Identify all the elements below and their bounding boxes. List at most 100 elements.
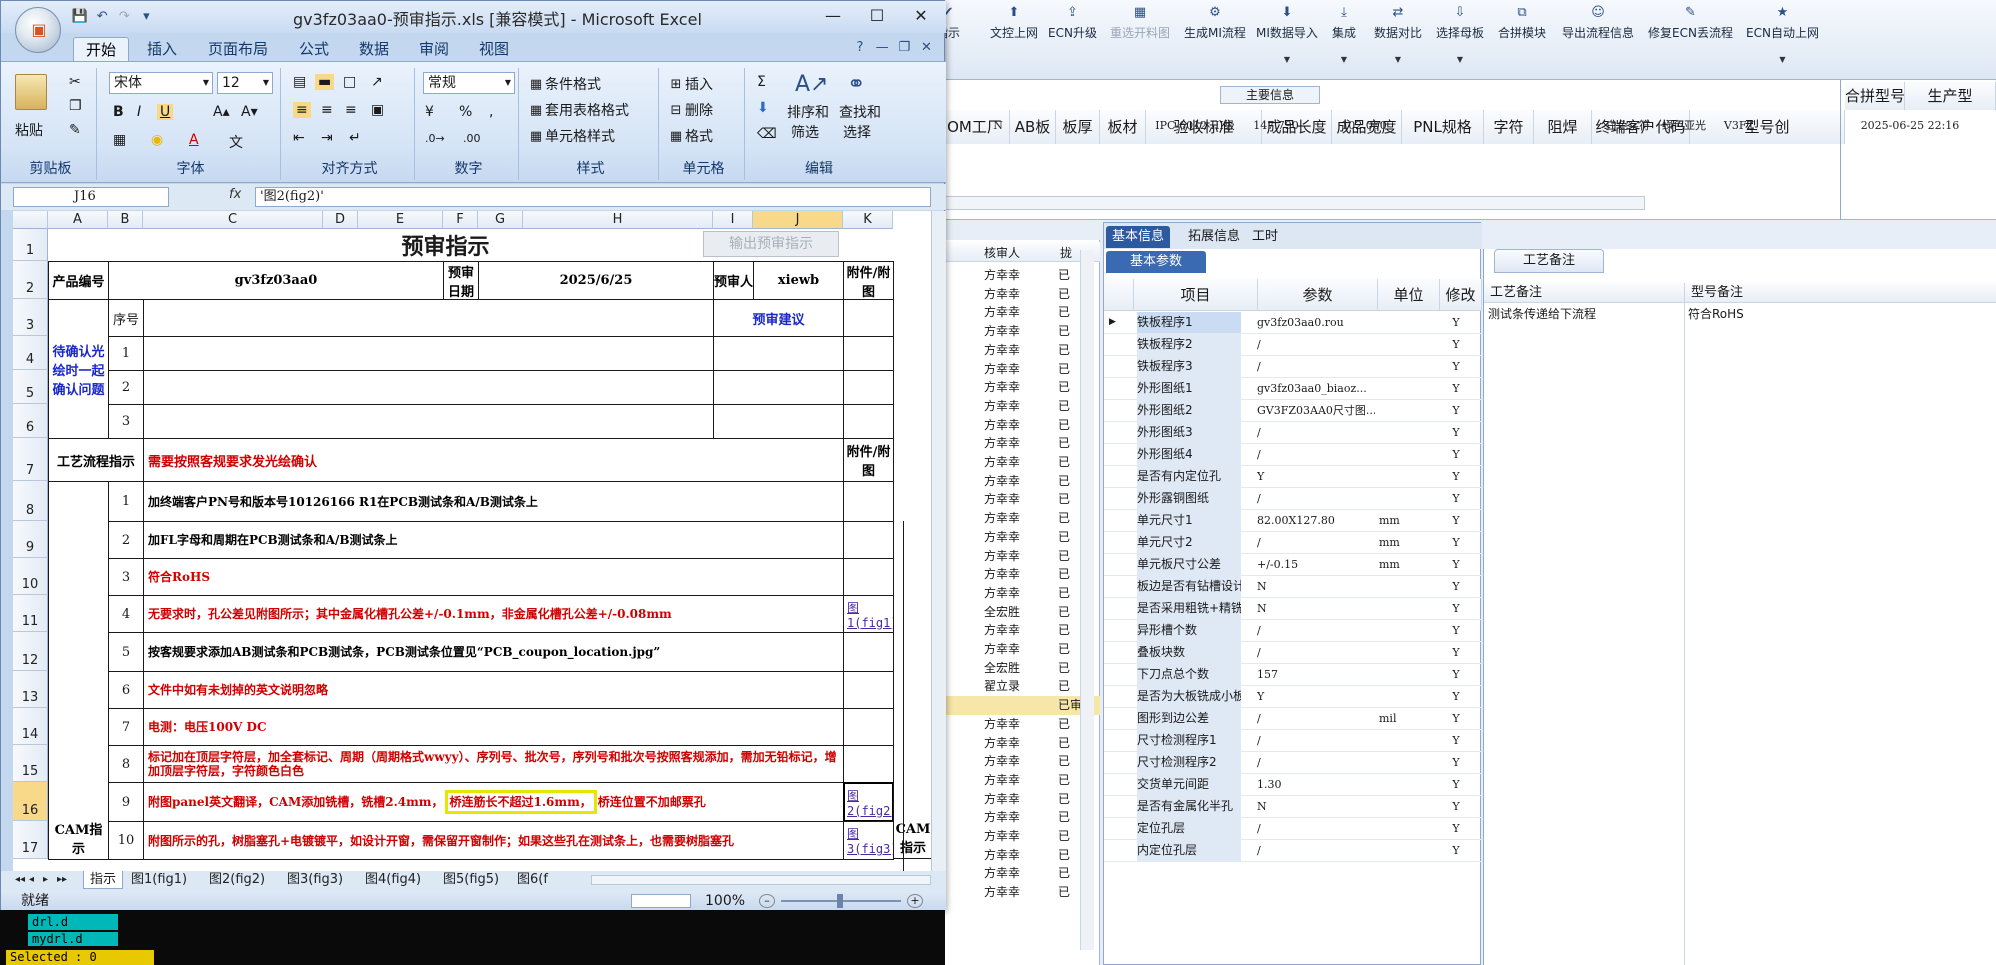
list-item[interactable]: 方幸幸 已	[940, 883, 1100, 902]
font-name-select[interactable]: 宋体 ▼	[109, 72, 213, 94]
file-item[interactable]: drl.d	[28, 914, 118, 930]
minimize-button[interactable]: —	[813, 3, 853, 29]
param-row[interactable]: 定位孔层 / Y	[1104, 818, 1482, 840]
param-value[interactable]: /	[1257, 752, 1375, 773]
column-header-H[interactable]: H	[523, 211, 713, 229]
find-label[interactable]: 查找和	[839, 102, 881, 122]
grow-font-icon[interactable]: A▴	[213, 104, 230, 120]
list-item[interactable]: 方幸幸 已	[940, 416, 1100, 435]
list-item[interactable]: 方幸幸 已	[940, 864, 1100, 883]
delete-cells-button[interactable]: ⊟ 删除	[667, 100, 713, 120]
instruction-text[interactable]: 附图所示的孔，树脂塞孔+电镀镀平，如设计开窗，需保留开窗制作；如果这些孔在测试条…	[143, 821, 844, 860]
toolbar-button-3[interactable]: ▦ 重选开料图	[1110, 0, 1170, 70]
suggestion-cell[interactable]	[143, 404, 714, 439]
row-header-11[interactable]: 11	[13, 595, 48, 632]
suggestion-cell[interactable]	[143, 336, 714, 371]
toolbar-button-10[interactable]: ☺ 导出流程信息	[1562, 0, 1634, 70]
list-item[interactable]: 方幸幸 已	[940, 640, 1100, 659]
column-header-E[interactable]: E	[358, 211, 443, 229]
list-item[interactable]: 方幸幸 已	[940, 322, 1100, 341]
suggestion-cell[interactable]	[713, 336, 844, 371]
ribbon-restore-icon[interactable]: ❐	[895, 39, 913, 57]
format-cells-button[interactable]: ▦ 格式	[667, 126, 713, 146]
sheet-tab[interactable]: 图5(fig5)	[441, 871, 499, 889]
param-row[interactable]: 单元尺寸2 / mm Y	[1104, 532, 1482, 554]
shrink-font-icon[interactable]: A▾	[241, 104, 258, 120]
param-row[interactable]: 是否有金属化半孔 N Y	[1104, 796, 1482, 818]
instruction-text[interactable]: 标记加在顶层字符层，加全套标记、周期（周期格式wwyy）、序列号、批次号，序列号…	[143, 745, 844, 783]
align-right-icon[interactable]: ≡	[345, 102, 357, 118]
list-item[interactable]: 方幸幸 已	[940, 547, 1100, 566]
zoom-out-icon[interactable]: –	[759, 894, 775, 908]
tab-view[interactable]: 视图	[471, 37, 517, 61]
column-header-K[interactable]: K	[843, 211, 893, 229]
list-item[interactable]: 方幸幸 已	[940, 827, 1100, 846]
attachment-link-cell[interactable]: 图2(fig2)'	[843, 782, 894, 822]
paste-button[interactable]: 粘贴	[15, 120, 43, 140]
main-info-value[interactable]: N	[980, 116, 1016, 136]
param-row[interactable]: 板边是否有钻槽设计 N Y	[1104, 576, 1482, 598]
instruction-text[interactable]: 加终端客户PN号和版本号10126166 R1在PCB测试条和A/B测试条上	[143, 481, 844, 522]
name-box[interactable]: J16	[13, 187, 169, 207]
row-header-7[interactable]: 7	[13, 438, 48, 481]
list-scrollbar[interactable]	[1080, 250, 1094, 950]
tab-data[interactable]: 数据	[351, 37, 397, 61]
param-value[interactable]: N	[1257, 576, 1375, 597]
list-item[interactable]: 方幸幸 已	[940, 752, 1100, 771]
param-value[interactable]: /	[1257, 730, 1375, 751]
sheet-horizontal-scrollbar[interactable]	[591, 875, 931, 885]
binoculars-icon[interactable]: ⚭	[847, 72, 865, 97]
filter-label[interactable]: 筛选	[791, 122, 819, 142]
main-info-value[interactable]: 2025-06-25 22:16	[1850, 116, 1970, 136]
comma-icon[interactable]: ,	[489, 104, 493, 120]
attachment-link-cell[interactable]	[843, 632, 894, 672]
param-value[interactable]: /	[1257, 840, 1375, 861]
param-row[interactable]: 叠板块数 / Y	[1104, 642, 1482, 664]
param-value[interactable]: /	[1257, 488, 1375, 509]
param-value[interactable]: /	[1257, 422, 1375, 443]
column-header-I[interactable]: I	[713, 211, 753, 229]
param-row[interactable]: 外形图纸2 GV3FZ03AA0尺寸图... Y	[1104, 400, 1482, 422]
list-item[interactable]: 方幸幸 已	[940, 790, 1100, 809]
format-painter-icon[interactable]: ✎	[69, 122, 81, 138]
param-row[interactable]: 内定位孔层 / Y	[1104, 840, 1482, 862]
param-row[interactable]: 异形槽个数 / Y	[1104, 620, 1482, 642]
instruction-text[interactable]: 文件中如有未划掉的英文说明忽略	[143, 671, 844, 709]
tab-work-hours[interactable]: 工时	[1246, 226, 1284, 248]
row-header-4[interactable]: 4	[13, 336, 48, 370]
percent-icon[interactable]: %	[459, 104, 472, 120]
list-item[interactable]: 全宏胜 已	[940, 603, 1100, 622]
list-item[interactable]: 方幸幸 已	[940, 360, 1100, 379]
select-label[interactable]: 选择	[843, 122, 871, 142]
align-bottom-icon[interactable]: □	[343, 74, 356, 90]
paste-icon[interactable]	[15, 74, 47, 110]
tab-insert[interactable]: 插入	[139, 37, 185, 61]
main-info-value[interactable]: 白色字符	[1600, 116, 1656, 136]
format-table-button[interactable]: ▦ 套用表格格式	[527, 100, 629, 120]
process-flow-note[interactable]: 需要按照客规要求发光绘确认	[143, 438, 844, 482]
close-button[interactable]: ✕	[901, 3, 941, 29]
row-header-6[interactable]: 6	[13, 404, 48, 438]
sheet-tab[interactable]: 图2(fig2)	[207, 871, 265, 889]
instruction-text[interactable]: 附图panel英文翻译，CAM添加铣槽，铣槽2.4mm， 桥连筋长不超过1.6mm…	[143, 782, 844, 822]
borders-icon[interactable]: ▦	[113, 132, 126, 148]
list-item[interactable]: 方幸幸 已	[940, 285, 1100, 304]
param-value[interactable]: /	[1257, 818, 1375, 839]
currency-icon[interactable]: ¥	[425, 104, 434, 120]
office-button[interactable]: ▣	[15, 7, 61, 53]
list-item[interactable]: 方幸幸 已	[940, 397, 1100, 416]
attachment-cell[interactable]	[843, 336, 894, 371]
param-row[interactable]: 单元尺寸1 82.00X127.80 mm Y	[1104, 510, 1482, 532]
sheet-tab[interactable]: 图1(fig1)	[129, 871, 187, 889]
column-header-A[interactable]: A	[48, 211, 108, 229]
tab-basic-params[interactable]: 基本参数	[1106, 251, 1206, 273]
param-value[interactable]: gv3fz03aa0_biaoz...	[1257, 378, 1375, 399]
attachment-link-cell[interactable]: 图1(fig1)'	[843, 595, 894, 633]
sheet-nav-icon[interactable]: ◂◂	[13, 871, 25, 889]
list-item[interactable]: 方幸幸 已	[940, 434, 1100, 453]
wrap-text-icon[interactable]: ↵	[349, 130, 361, 146]
process-remark-value[interactable]: 测试条传递给下流程	[1488, 305, 1596, 322]
tab-process-remarks[interactable]: 工艺备注	[1494, 249, 1604, 273]
column-header-G[interactable]: G	[478, 211, 523, 229]
main-info-value[interactable]: 绿色亚光	[1656, 116, 1712, 136]
